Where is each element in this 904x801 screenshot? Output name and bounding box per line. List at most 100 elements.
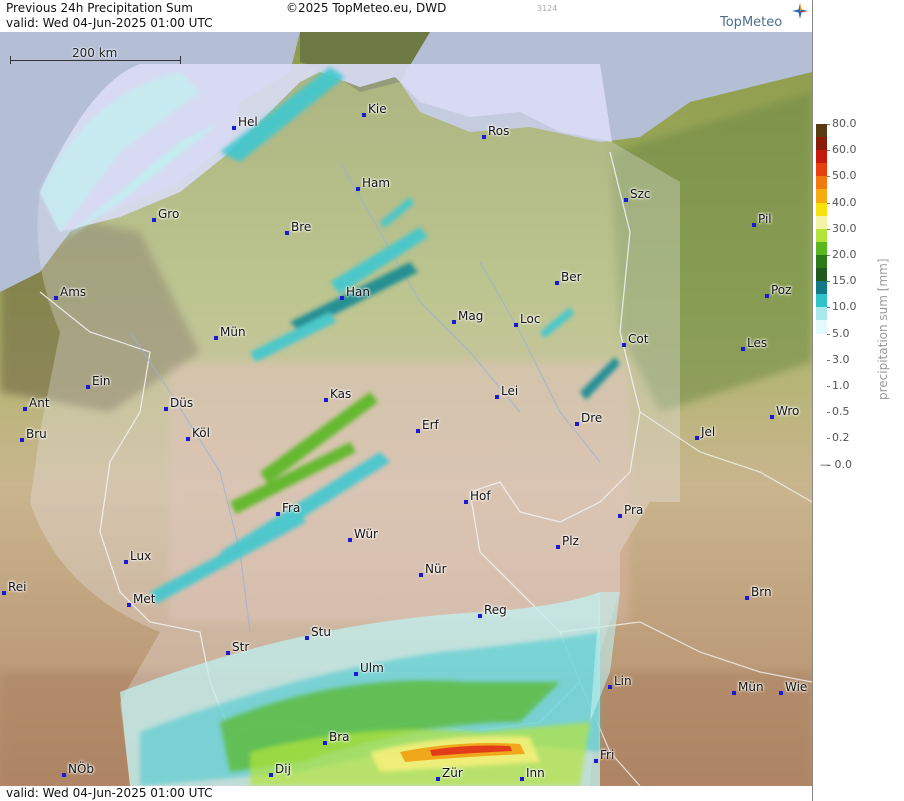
- precipitation-legend: 80.0 60.0 50.0 40.0 30.0 20.0 15.0 10.0 5.0 3.0 1.…: [813, 0, 904, 801]
- city-name: Pra: [624, 503, 644, 517]
- city-label: Bru: [20, 427, 47, 442]
- scale-bar: 200 km: [10, 46, 182, 64]
- city-marker: [354, 672, 358, 676]
- city-name: Stu: [311, 625, 331, 639]
- legend-swatch: [816, 202, 827, 216]
- city-marker: [556, 545, 560, 549]
- city-label: Reg: [478, 603, 507, 618]
- city-name: Gro: [158, 207, 180, 221]
- city-marker: [452, 320, 456, 324]
- city-name: Hof: [470, 489, 491, 503]
- city-marker: [779, 691, 783, 695]
- city-name: Ham: [362, 176, 391, 190]
- city-marker: [23, 407, 27, 411]
- city-label: Ams: [54, 285, 86, 300]
- city-name: Inn: [526, 766, 545, 780]
- city-marker: [285, 231, 289, 235]
- city-marker: [324, 398, 328, 402]
- legend-label: 20.0: [832, 248, 857, 261]
- city-label: Rei: [2, 580, 27, 595]
- city-name: Fri: [600, 748, 615, 762]
- city-marker: [164, 407, 168, 411]
- map-canvas: [0, 32, 812, 786]
- city-label: Lin: [608, 674, 632, 689]
- city-name: Han: [346, 285, 370, 299]
- city-name: Loc: [520, 312, 541, 326]
- city-label: Kas: [324, 387, 351, 402]
- legend-swatch: [816, 189, 827, 203]
- city-marker: [356, 187, 360, 191]
- city-marker: [436, 777, 440, 781]
- city-label: Met: [127, 592, 155, 607]
- city-label: Fri: [594, 748, 615, 763]
- city-marker: [618, 514, 622, 518]
- city-name: Cot: [628, 332, 649, 346]
- city-name: Reg: [484, 603, 507, 617]
- legend-swatch: [816, 150, 827, 164]
- scale-bar-label: 200 km: [72, 46, 118, 60]
- city-label: Ham: [356, 176, 391, 191]
- legend-label: 3.0: [832, 352, 850, 366]
- legend-label: 15.0: [832, 274, 857, 288]
- legend-label: 40.0: [832, 195, 857, 209]
- city-marker: [305, 636, 309, 640]
- city-label: Loc: [514, 312, 541, 327]
- topmeteo-logo[interactable]: TopMeteo: [718, 3, 810, 31]
- city-label: Kie: [362, 102, 387, 117]
- city-marker: [624, 198, 628, 202]
- legend-swatch: [816, 268, 827, 282]
- city-marker: [575, 422, 579, 426]
- city-name: Bre: [291, 220, 312, 234]
- city-label: Fra: [276, 501, 301, 516]
- city-name: Fra: [282, 501, 301, 515]
- city-label: Nür: [419, 562, 447, 577]
- footer-bar: valid: Wed 04-Jun-2025 01:00 UTC: [0, 786, 812, 801]
- legend-swatch: [816, 281, 827, 295]
- city-marker: [608, 685, 612, 689]
- city-marker: [770, 415, 774, 419]
- copyright-notice: ©2025 TopMeteo.eu, DWD: [286, 1, 447, 15]
- logo-text: TopMeteo: [720, 15, 783, 30]
- city-label: Hel: [232, 115, 258, 130]
- legend-label: 80.0: [832, 117, 857, 130]
- legend-swatch: [816, 241, 827, 255]
- city-name: Ros: [488, 124, 510, 138]
- city-label: Hof: [464, 489, 491, 504]
- city-name: Lei: [501, 384, 519, 398]
- city-name: Poz: [771, 283, 792, 297]
- compass-star-icon: [792, 3, 808, 19]
- city-marker: [276, 512, 280, 516]
- city-label: Düs: [164, 396, 193, 411]
- city-label: Pra: [618, 503, 644, 518]
- city-label: Gro: [152, 207, 180, 222]
- city-name: Bra: [329, 730, 350, 744]
- legend-label: 0.5: [832, 405, 850, 419]
- city-name: Rei: [8, 580, 27, 594]
- city-marker: [765, 294, 769, 298]
- city-label: Erf: [416, 418, 439, 433]
- legend-color-bar: [816, 124, 827, 334]
- legend-swatch: [816, 176, 827, 190]
- city-name: Kie: [368, 102, 387, 116]
- city-label: Brn: [745, 585, 772, 600]
- map-area[interactable]: 200 km Kie Hel Ros Ham Gro Bre Szc Pil Ber Ams Han…: [0, 32, 812, 786]
- legend-swatch: [816, 320, 827, 334]
- city-label: Köl: [186, 426, 210, 441]
- city-label: Lei: [495, 384, 519, 399]
- city-label: Plz: [556, 534, 579, 549]
- city-marker: [62, 773, 66, 777]
- legend-label: 50.0: [832, 169, 857, 183]
- city-name: Bru: [26, 427, 47, 441]
- city-marker: [86, 385, 90, 389]
- city-marker: [2, 591, 6, 595]
- city-marker: [741, 347, 745, 351]
- city-marker: [340, 296, 344, 300]
- precipitation-map-viewer: Previous 24h Precipitation Sum valid: We…: [0, 0, 904, 801]
- city-label: Szc: [624, 187, 651, 202]
- city-marker: [745, 596, 749, 600]
- city-marker: [226, 651, 230, 655]
- city-marker: [695, 436, 699, 440]
- city-label: NÖb: [62, 762, 94, 777]
- city-name: Dre: [581, 411, 603, 425]
- city-marker: [416, 429, 420, 433]
